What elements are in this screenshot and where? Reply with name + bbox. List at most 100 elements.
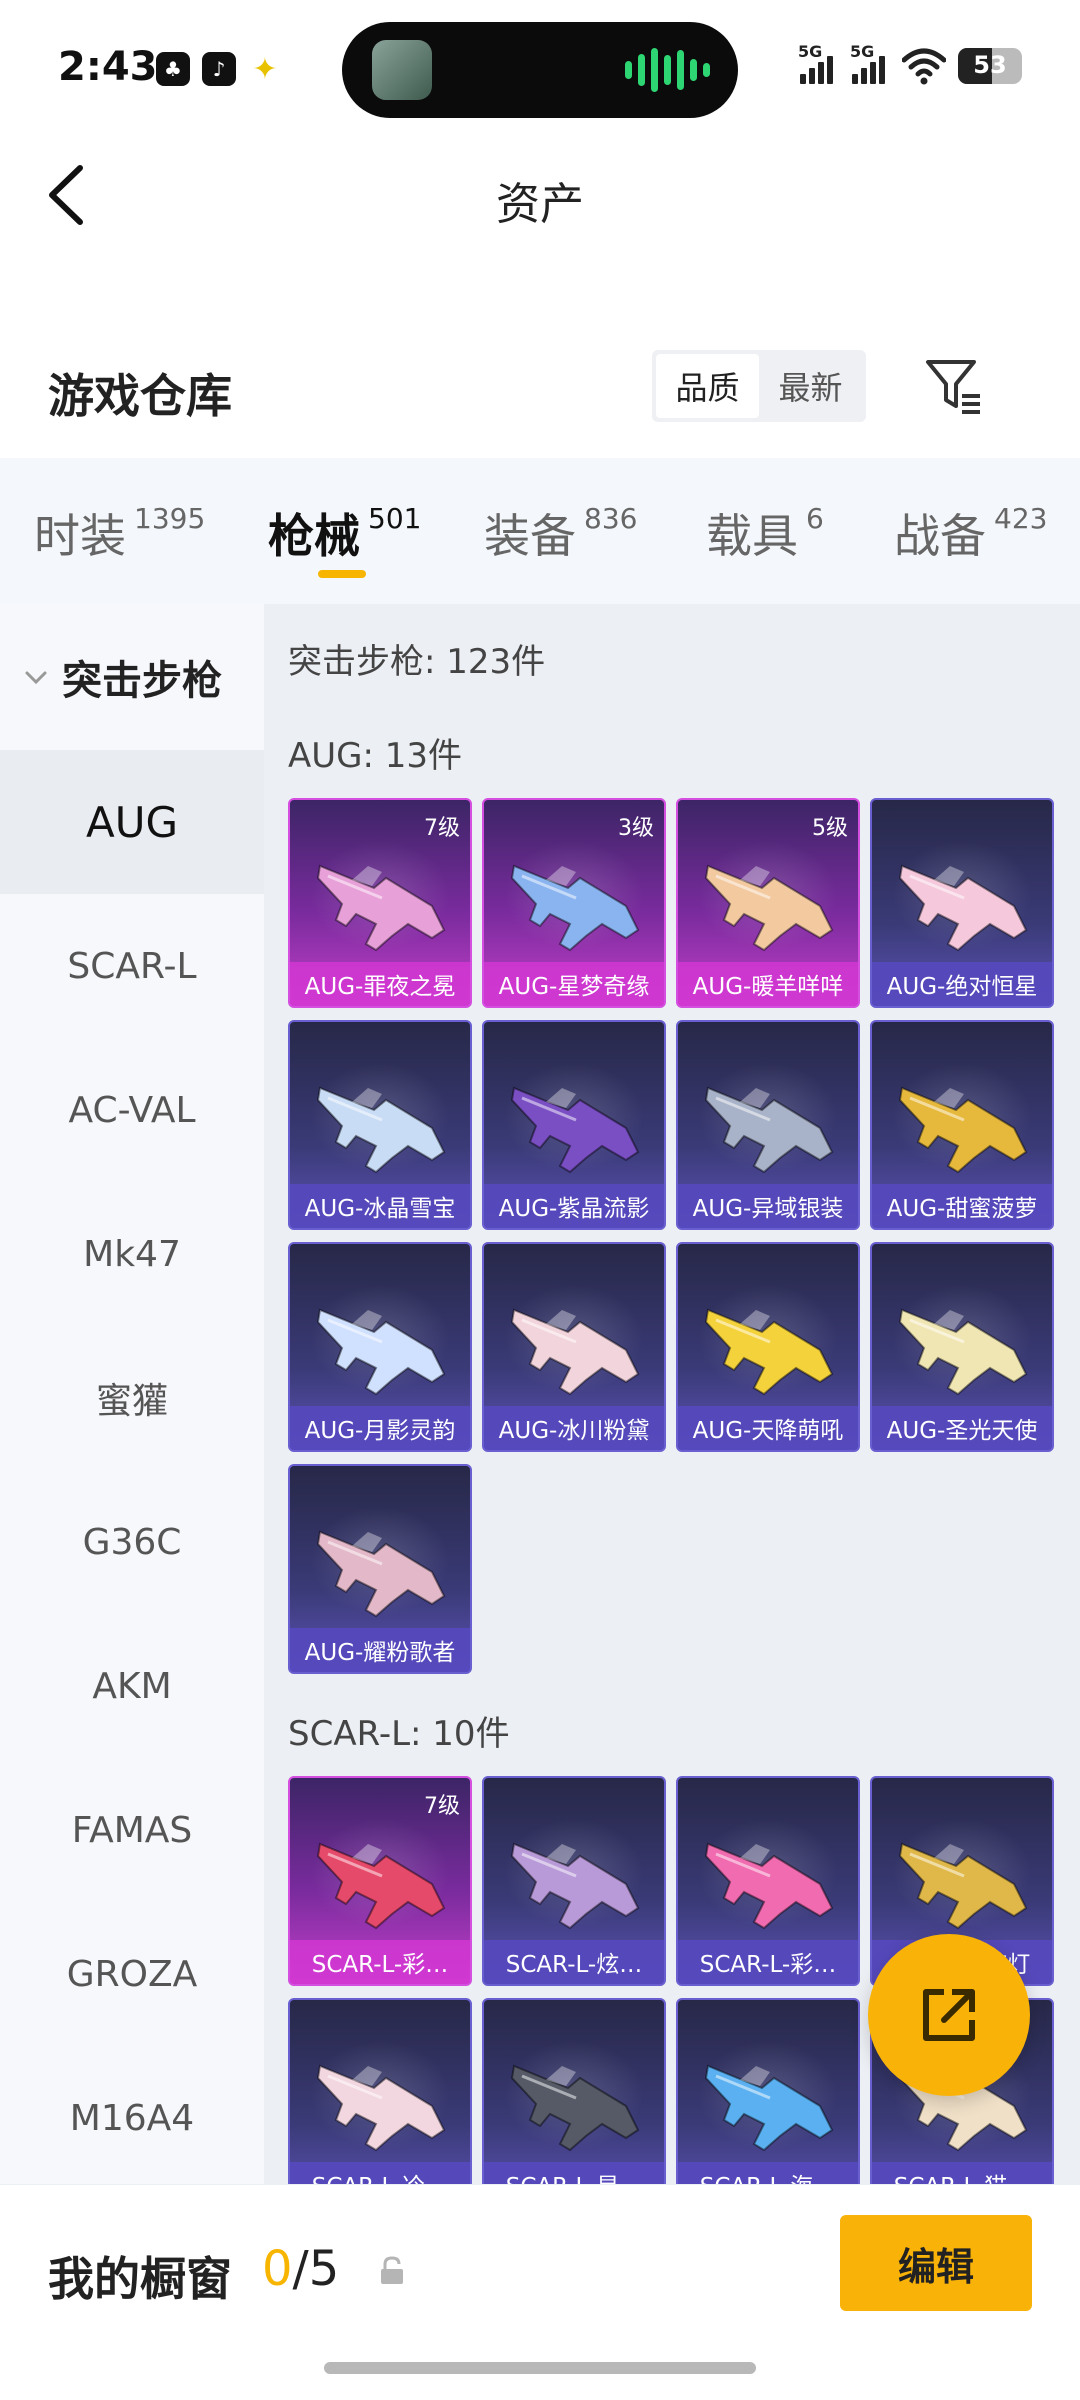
tab-outfits[interactable]: 时装 1395: [34, 500, 205, 566]
skin-level: 7级: [424, 1794, 460, 1819]
skin-name: AUG-月影灵韵: [290, 1406, 470, 1450]
rifle-skin-image: [510, 1086, 640, 1174]
active-tab-indicator: [318, 570, 366, 578]
rifle-skin-image: [316, 1308, 446, 1396]
tab-firearms[interactable]: 枪械 501: [268, 500, 421, 566]
sidebar-item-mk47[interactable]: Mk47: [0, 1182, 264, 1326]
skin-name: AUG-天降萌吼: [678, 1406, 858, 1450]
lock-icon: [381, 2256, 403, 2284]
skin-name: AUG-耀粉歌者: [290, 1628, 470, 1672]
rifle-skin-image: [898, 1308, 1028, 1396]
skin-card[interactable]: SCAR-L-炫…: [482, 1776, 666, 1986]
skin-card[interactable]: AUG-耀粉歌者: [288, 1464, 472, 1674]
skin-name: AUG-暖羊咩咩: [678, 962, 858, 1006]
rifle-skin-image: [316, 1086, 446, 1174]
chevron-down-icon: [25, 671, 47, 685]
skin-name: AUG-甜蜜菠萝: [872, 1184, 1052, 1228]
tab-count: 1395: [134, 502, 206, 535]
skin-card[interactable]: AUG-紫晶流影: [482, 1020, 666, 1230]
skin-card[interactable]: SCAR-L-彩…: [676, 1776, 860, 1986]
skin-card[interactable]: SCAR-L-冷…: [288, 1998, 472, 2184]
skin-card[interactable]: AUG-天降萌吼: [676, 1242, 860, 1452]
rifle-skin-image: [316, 864, 446, 952]
rifle-skin-image: [510, 864, 640, 952]
skin-name: AUG-冰晶雪宝: [290, 1184, 470, 1228]
skin-name: SCAR-L-海…: [678, 2162, 858, 2184]
battery-icon: 53: [958, 48, 1022, 84]
weapon-sidebar: 突击步枪 AUG SCAR-L AC-VAL Mk47 蜜獾 G36C AKM …: [0, 604, 264, 2184]
sidebar-item-famas[interactable]: FAMAS: [0, 1758, 264, 1902]
status-time: 2:43: [58, 44, 158, 90]
showcase-label: 我的橱窗: [48, 2252, 232, 2306]
share-button[interactable]: [868, 1934, 1030, 2096]
skin-card[interactable]: AUG-冰晶雪宝: [288, 1020, 472, 1230]
rifle-skin-image: [316, 1530, 446, 1618]
share-external-icon: [923, 1989, 975, 2041]
skin-card[interactable]: AUG-异域银装: [676, 1020, 860, 1230]
sort-by-newest-button[interactable]: 最新: [759, 354, 862, 418]
tab-count: 501: [368, 502, 422, 535]
rifle-skin-image: [704, 1308, 834, 1396]
sidebar-item-aug[interactable]: AUG: [0, 750, 264, 894]
skin-name: SCAR-L-星…: [484, 2162, 664, 2184]
sidebar-category-assault-rifle[interactable]: 突击步枪: [0, 604, 264, 750]
rifle-skin-image: [898, 1086, 1028, 1174]
tab-equipment[interactable]: 装备 836: [484, 500, 637, 566]
cell-signal-icon: 5G: [850, 42, 890, 86]
sidebar-item-honey-badger[interactable]: 蜜獾: [0, 1326, 264, 1470]
rifle-skin-image: [510, 1308, 640, 1396]
group-heading-scar-l: SCAR-L: 10件: [288, 1714, 510, 1754]
tab-vehicles[interactable]: 载具 6: [706, 500, 824, 566]
skin-card[interactable]: AUG-甜蜜菠萝: [870, 1020, 1054, 1230]
sidebar-category-label: 突击步枪: [62, 658, 222, 704]
tab-supplies[interactable]: 战备 423: [894, 500, 1047, 566]
sidebar-item-scar-l[interactable]: SCAR-L: [0, 894, 264, 1038]
sort-toggle: 品质 最新: [652, 350, 866, 422]
tab-label: 战备: [894, 509, 986, 563]
showcase-count: 0/5: [262, 2241, 339, 2297]
rifle-skin-image: [510, 1842, 640, 1930]
sidebar-item-g36c[interactable]: G36C: [0, 1470, 264, 1614]
rifle-skin-image: [510, 2064, 640, 2152]
filter-icon[interactable]: [924, 356, 984, 416]
app-notification-icon: ♣: [156, 52, 190, 86]
bunny-app-icon: ✦: [252, 51, 278, 87]
sidebar-item-akm[interactable]: AKM: [0, 1614, 264, 1758]
dynamic-island[interactable]: [342, 22, 738, 118]
tab-label: 载具: [706, 509, 798, 563]
rifle-skin-image: [704, 864, 834, 952]
notification-icons: ♣ ♪ ✦: [156, 51, 282, 87]
skin-name: AUG-紫晶流影: [484, 1184, 664, 1228]
skin-card[interactable]: AUG-冰川粉黛: [482, 1242, 666, 1452]
skin-name: AUG-绝对恒星: [872, 962, 1052, 1006]
skin-level: 5级: [812, 816, 848, 841]
section-title: 游戏仓库: [48, 369, 232, 423]
sidebar-item-groza[interactable]: GROZA: [0, 1902, 264, 2046]
skin-card[interactable]: AUG-绝对恒星: [870, 798, 1054, 1008]
skin-card[interactable]: AUG-圣光天使: [870, 1242, 1054, 1452]
skin-card[interactable]: 7级 SCAR-L-彩…: [288, 1776, 472, 1986]
rifle-skin-image: [898, 1842, 1028, 1930]
skin-name: SCAR-L-猫…: [872, 2162, 1052, 2184]
tab-label: 时装: [34, 509, 126, 563]
rifle-skin-image: [316, 2064, 446, 2152]
rifle-skin-image: [704, 1086, 834, 1174]
skin-name: AUG-圣光天使: [872, 1406, 1052, 1450]
sort-by-quality-button[interactable]: 品质: [656, 354, 759, 418]
tiktok-icon: ♪: [202, 52, 236, 86]
edit-showcase-button[interactable]: 编辑: [840, 2215, 1032, 2311]
skin-card[interactable]: SCAR-L-星…: [482, 1998, 666, 2184]
skin-card[interactable]: 7级 AUG-罪夜之冕: [288, 798, 472, 1008]
skin-card[interactable]: AUG-月影灵韵: [288, 1242, 472, 1452]
skin-card[interactable]: SCAR-L-海…: [676, 1998, 860, 2184]
skin-card[interactable]: 3级 AUG-星梦奇缘: [482, 798, 666, 1008]
home-indicator[interactable]: [324, 2362, 756, 2374]
skin-name: SCAR-L-彩…: [678, 1940, 858, 1984]
sidebar-item-ac-val[interactable]: AC-VAL: [0, 1038, 264, 1182]
status-bar: 2:43 ♣ ♪ ✦ 5G 5G 53: [0, 0, 1080, 135]
sidebar-item-m16a4[interactable]: M16A4: [0, 2046, 264, 2190]
skin-name: AUG-异域银装: [678, 1184, 858, 1228]
skin-name: AUG-星梦奇缘: [484, 962, 664, 1006]
rifle-skin-image: [898, 864, 1028, 952]
skin-card[interactable]: 5级 AUG-暖羊咩咩: [676, 798, 860, 1008]
